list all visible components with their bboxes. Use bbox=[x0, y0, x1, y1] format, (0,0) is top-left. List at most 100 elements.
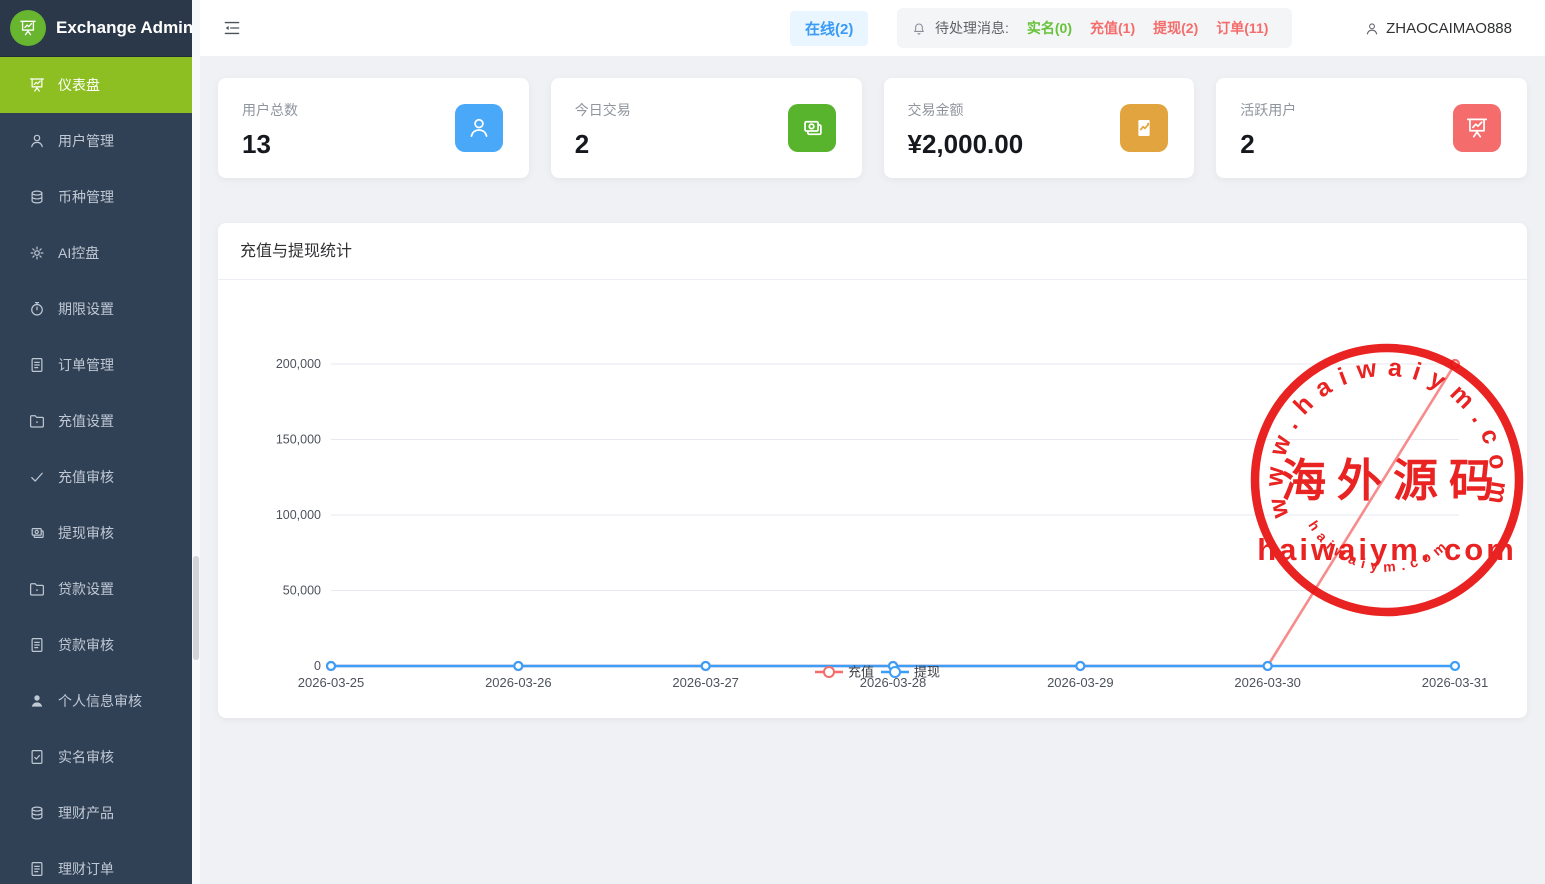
sidebar-item-label: 用户管理 bbox=[58, 133, 114, 149]
sidebar-scrollbar-track[interactable] bbox=[192, 0, 200, 884]
money-icon bbox=[803, 120, 822, 136]
document-icon bbox=[31, 358, 43, 372]
sidebar: Exchange Admin 仪表盘用户管理币种管理 AI控盘期限设置订单管理充值… bbox=[0, 0, 192, 884]
folder-icon bbox=[30, 583, 44, 596]
svg-text:2026-03-27: 2026-03-27 bbox=[672, 675, 739, 690]
bell-icon bbox=[911, 20, 927, 36]
stat-card-trade-amount: 交易金额 ¥2,000.00 bbox=[883, 78, 1195, 178]
svg-text:2026-03-25: 2026-03-25 bbox=[298, 675, 365, 690]
sidebar-item-label: 实名审核 bbox=[58, 749, 114, 765]
sidebar-scrollbar-thumb[interactable] bbox=[193, 556, 199, 660]
person-filled-icon bbox=[31, 695, 43, 707]
sidebar-item-wealth-orders[interactable]: 理财订单 bbox=[0, 841, 192, 884]
document-icon bbox=[31, 638, 43, 652]
sidebar-item-recharge-review[interactable]: 充值审核 bbox=[0, 449, 192, 505]
sidebar-menu: 仪表盘用户管理币种管理 AI控盘期限设置订单管理充值设置充值审核提现审核贷款设置贷… bbox=[0, 57, 192, 884]
svg-text:2026-03-31: 2026-03-31 bbox=[1422, 675, 1489, 690]
gear-icon bbox=[30, 246, 44, 260]
user-icon bbox=[1366, 22, 1378, 35]
app-root: Exchange Admin 仪表盘 用户管理 币种管理 AI控盘 期限设置 订单管理 充值… bbox=[0, 0, 1545, 884]
sidebar-item-kyc-review[interactable]: 实名审核 bbox=[0, 729, 192, 785]
stat-icon-box bbox=[787, 104, 836, 152]
svg-text:0: 0 bbox=[314, 659, 321, 673]
dashboard-icon bbox=[30, 78, 44, 92]
logo: Exchange Admin bbox=[0, 0, 192, 57]
line-chart: 0 50,000 100,000 150,000 200,000 2026-03-25 20… bbox=[276, 357, 1489, 690]
sidebar-item-label: 理财订单 bbox=[58, 861, 114, 877]
bell-icon bbox=[914, 23, 924, 35]
svg-text:200,000: 200,000 bbox=[276, 357, 321, 371]
pending-badge[interactable]: 实名(0) bbox=[1027, 20, 1072, 36]
pending-badge[interactable]: 充值(1) bbox=[1090, 20, 1135, 36]
trend-page-icon bbox=[1138, 119, 1150, 137]
money-icon bbox=[31, 528, 44, 538]
menu-fold-icon bbox=[224, 21, 240, 35]
menu-fold-button[interactable] bbox=[222, 18, 242, 38]
chart-card-header: 充值与提现统计 bbox=[218, 223, 1527, 280]
pending-messages-bar: 待处理消息: 实名(0) 充值(1) 提现(2) 订单(11) bbox=[897, 8, 1292, 48]
sidebar-item-withdraw-review[interactable]: 提现审核 bbox=[0, 505, 192, 561]
pending-badges: 实名(0) 充值(1) 提现(2) 订单(11) bbox=[1009, 18, 1269, 38]
check-icon bbox=[31, 472, 43, 482]
coins-icon bbox=[31, 806, 43, 820]
stat-icon-box bbox=[1120, 104, 1169, 152]
user-icon bbox=[31, 134, 43, 148]
sidebar-item-label: AI控盘 bbox=[58, 245, 100, 261]
user-menu[interactable]: ZHAOCAIMAO888 bbox=[1364, 0, 1512, 56]
logo-badge bbox=[10, 10, 46, 46]
sidebar-item-label: 贷款审核 bbox=[58, 637, 114, 653]
sidebar-item-term-settings[interactable]: 期限设置 bbox=[0, 281, 192, 337]
chart-title: 充值与提现统计 bbox=[240, 243, 353, 260]
svg-text:提现: 提现 bbox=[914, 665, 940, 680]
sidebar-item-loan-settings[interactable]: 贷款设置 bbox=[0, 561, 192, 617]
pending-badge[interactable]: 提现(2) bbox=[1153, 20, 1198, 36]
dashboard-icon bbox=[20, 20, 36, 36]
sidebar-item-profile-review[interactable]: 个人信息审核 bbox=[0, 673, 192, 729]
sidebar-item-label: 充值审核 bbox=[58, 469, 114, 485]
document-check-icon bbox=[31, 750, 43, 764]
sidebar-item-orders[interactable]: 订单管理 bbox=[0, 337, 192, 393]
username: ZHAOCAIMAO888 bbox=[1386, 19, 1512, 37]
sidebar-item-label: 币种管理 bbox=[58, 189, 114, 205]
sidebar-item-label: 理财产品 bbox=[58, 805, 114, 821]
sidebar-item-ai-control[interactable]: AI控盘 bbox=[0, 225, 192, 281]
pending-badge[interactable]: 订单(11) bbox=[1216, 20, 1268, 36]
svg-text:2026-03-26: 2026-03-26 bbox=[485, 675, 552, 690]
svg-text:50,000: 50,000 bbox=[283, 584, 321, 598]
topbar: 在线(2) 待处理消息: 实名(0) 充值(1) 提现(2) 订单(11) ZHAOC… bbox=[200, 0, 1545, 57]
pending-label: 待处理消息: bbox=[935, 20, 1009, 36]
svg-text:2026-03-29: 2026-03-29 bbox=[1047, 675, 1114, 690]
user-icon bbox=[470, 118, 488, 137]
sidebar-item-label: 仪表盘 bbox=[58, 77, 100, 93]
svg-text:充值: 充值 bbox=[848, 665, 874, 680]
sidebar-item-users[interactable]: 用户管理 bbox=[0, 113, 192, 169]
dashboard-icon bbox=[1466, 118, 1488, 138]
stat-card-today-trades: 今日交易 2 bbox=[550, 78, 862, 178]
sidebar-item-label: 充值设置 bbox=[58, 413, 114, 429]
timer-icon bbox=[31, 302, 43, 316]
sidebar-item-dashboard[interactable]: 仪表盘 bbox=[0, 57, 192, 113]
svg-text:2026-03-30: 2026-03-30 bbox=[1234, 675, 1301, 690]
svg-text:150,000: 150,000 bbox=[276, 433, 321, 447]
folder-icon bbox=[30, 415, 44, 428]
main-content: 用户总数 13 今日交易 2 交易金额 ¥2,000.00 活跃用户 2 充值与提现统计 0 5… bbox=[200, 56, 1545, 884]
stat-icon-box bbox=[454, 104, 503, 152]
sidebar-item-label: 提现审核 bbox=[58, 525, 114, 541]
sidebar-item-label: 贷款设置 bbox=[58, 581, 114, 597]
sidebar-item-label: 期限设置 bbox=[58, 301, 114, 317]
user-avatar-icon bbox=[1364, 19, 1380, 36]
sidebar-item-label: 个人信息审核 bbox=[58, 693, 142, 709]
svg-text:100,000: 100,000 bbox=[276, 508, 321, 522]
chart-card: 充值与提现统计 0 50,000 100,000 150,000 200,000 2026… bbox=[218, 223, 1527, 718]
online-badge[interactable]: 在线(2) bbox=[790, 11, 869, 46]
sidebar-item-currencies[interactable]: 币种管理 bbox=[0, 169, 192, 225]
chart-body: 0 50,000 100,000 150,000 200,000 2026-03-25 20… bbox=[218, 280, 1527, 718]
sidebar-item-recharge-settings[interactable]: 充值设置 bbox=[0, 393, 192, 449]
sidebar-item-loan-review[interactable]: 贷款审核 bbox=[0, 617, 192, 673]
document-icon bbox=[31, 862, 43, 876]
sidebar-item-label: 订单管理 bbox=[58, 357, 114, 373]
sidebar-item-wealth-products[interactable]: 理财产品 bbox=[0, 785, 192, 841]
stat-card-total-users: 用户总数 13 bbox=[218, 78, 529, 178]
app-title: Exchange Admin bbox=[56, 18, 192, 37]
coins-icon bbox=[31, 190, 43, 204]
